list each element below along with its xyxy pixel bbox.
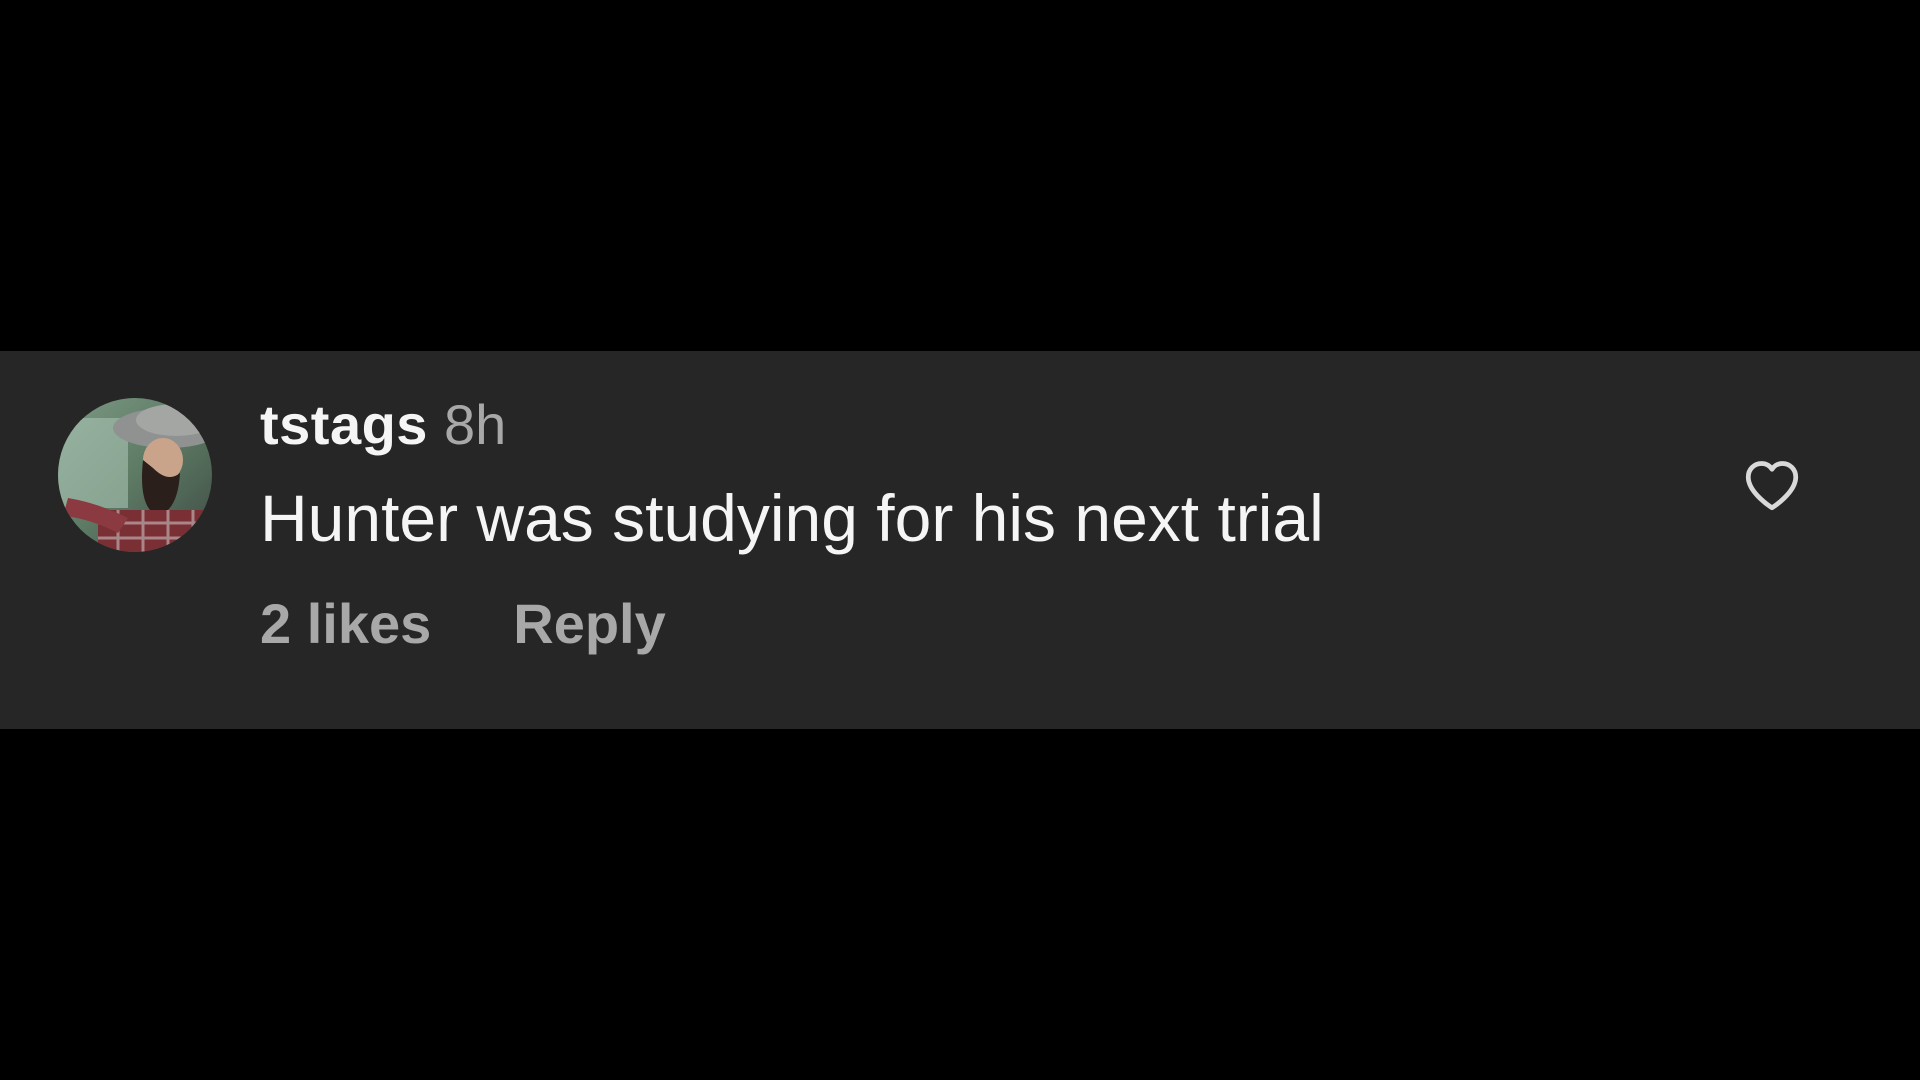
username-link[interactable]: tstags <box>260 392 428 457</box>
like-button[interactable] <box>1742 456 1802 512</box>
heart-outline-icon <box>1745 461 1799 511</box>
comment-header: tstags 8h <box>260 392 1324 460</box>
likes-count-link[interactable]: 2 likes <box>260 591 431 656</box>
comment-actions: 2 likes Reply <box>260 586 1324 660</box>
avatar-photo-icon <box>58 398 212 552</box>
comment-text: Hunter was studying for his next trial <box>260 481 1324 555</box>
user-avatar[interactable] <box>58 398 212 552</box>
comment-timestamp: 8h <box>443 393 507 456</box>
comment-content: tstags 8h Hunter was studying for his ne… <box>260 392 1324 660</box>
reply-button[interactable]: Reply <box>513 591 666 656</box>
